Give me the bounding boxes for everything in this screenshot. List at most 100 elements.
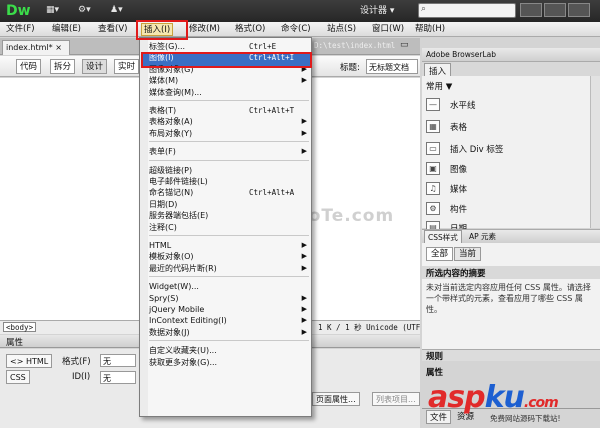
insert-item-table[interactable]: ▦ 表格 [426,118,586,136]
html-mode-button[interactable]: <> HTML [6,354,53,368]
settings-gear-icon[interactable]: ⚙▾ [78,5,91,17]
submenu-arrow-icon: ▶ [301,305,307,313]
insert-item-image[interactable]: ▣ 图像 [426,160,586,178]
menu-item[interactable]: Widget(W)... [149,281,311,292]
insert-item-media[interactable]: ♫ 媒体 [426,180,586,198]
menu-item[interactable]: 服务器端包括(E) [149,210,311,221]
menu-item[interactable]: 媒体(M) ▶ [149,75,311,86]
menu-item[interactable]: 日期(D) [149,199,311,210]
submenu-arrow-icon: ▶ [301,241,307,249]
live-view-button[interactable]: 实时 [114,59,140,74]
menu-item[interactable]: 表格对象(A) ▶ [149,116,311,127]
maximize-button[interactable] [544,3,566,17]
menu-separator [149,235,309,236]
menu-bar: 文件(F) 编辑(E) 查看(V) 插入(I) 修改(M) 格式(O) 命令(C… [0,22,600,37]
menu-item-shortcut: Ctrl+Alt+A [249,188,295,198]
attributes-heading[interactable]: 属性 [422,366,600,378]
menu-item[interactable]: 表单(F) ▶ [149,146,311,157]
menu-item-label: 命名锚记(N) [149,188,194,198]
menu-item-label: 超级链接(P) [149,165,193,175]
search-input[interactable]: ⌕ [418,3,516,18]
menu-edit[interactable]: 编辑(E) [50,23,83,36]
close-icon[interactable]: × [55,43,62,52]
tab-ap-elements[interactable]: AP 元素 [466,230,499,243]
tab-index-html[interactable]: index.html* × [2,40,70,55]
restore-window-icon[interactable]: ▭ [400,40,420,54]
title-input[interactable]: 无标题文档 [366,59,418,74]
rules-heading[interactable]: 规则 [422,349,600,362]
menu-help[interactable]: 帮助(H) [413,23,447,36]
menu-item[interactable]: 电子邮件链接(L) [149,176,311,187]
aspku-watermark-caption: 免费网站源码下载站! [490,414,561,423]
insert-item-date[interactable]: ▤ 日期 [426,219,586,229]
category-select[interactable]: 常用 ▼ [426,80,452,92]
browserlab-panel-header[interactable]: Adobe BrowserLab [422,48,600,62]
annotation-highlight-insert-menu [136,20,188,40]
media-icon: ♫ [426,182,440,195]
menu-item[interactable]: 标签(G)... Ctrl+E [149,41,311,52]
insert-panel-scrollbar[interactable] [590,76,600,228]
menu-item[interactable]: 布局对象(Y) ▶ [149,128,311,139]
menu-commands[interactable]: 命令(C) [279,23,313,36]
menu-view[interactable]: 查看(V) [96,23,129,36]
user-icon[interactable]: ♟▾ [110,5,123,17]
menu-site[interactable]: 站点(S) [325,23,358,36]
menu-file[interactable]: 文件(F) [4,23,37,36]
window-controls[interactable] [520,3,596,18]
menu-item[interactable]: HTML ▶ [149,240,311,251]
menu-modify[interactable]: 修改(M) [187,23,222,36]
menu-item[interactable]: 命名锚记(N) Ctrl+Alt+A [149,187,311,198]
menu-item[interactable]: 媒体查询(M)... [149,87,311,98]
menu-item[interactable]: 数据对象(J) ▶ [149,327,311,338]
menu-item[interactable]: Spry(S) ▶ [149,293,311,304]
menu-item-label: HTML [149,241,172,250]
table-icon: ▦ [426,120,440,133]
menu-item[interactable]: 自定义收藏夹(U)... [149,345,311,356]
format-select[interactable]: 无 [100,354,136,367]
layout-menu-icon[interactable]: ▦▾ [46,5,59,17]
menu-item[interactable]: InContext Editing(I) ▶ [149,315,311,326]
css-mode-button[interactable]: CSS [6,370,30,384]
tag-selector-body[interactable]: <body> [3,322,37,332]
page-properties-button[interactable]: 页面属性... [312,392,360,406]
menu-item[interactable]: 注释(C) [149,222,311,233]
workspace-switcher[interactable]: 设计器 ▾ [360,3,394,19]
tab-insert[interactable]: 插入 [424,63,452,77]
close-button[interactable] [568,3,590,17]
menu-item-label: 标签(G)... [149,42,186,51]
tab-css-styles[interactable]: CSS样式 [424,230,462,243]
menu-separator [149,340,309,342]
menu-format[interactable]: 格式(O) [233,23,267,36]
menu-item-label: 自定义收藏夹(U)... [149,346,217,356]
menu-window[interactable]: 窗口(W) [370,23,406,36]
design-view-button[interactable]: 设计 [82,59,108,74]
minimize-button[interactable] [520,3,542,17]
menu-item[interactable]: 表格(T) Ctrl+Alt+T [149,105,311,116]
insert-item-widget[interactable]: ⚙ 构件 [426,200,586,218]
submenu-arrow-icon: ▶ [301,128,307,137]
list-item-button[interactable]: 列表项目... [372,392,420,406]
id-select[interactable]: 无 [100,371,136,384]
menu-item-label: 注释(C) [149,222,177,232]
submenu-arrow-icon: ▶ [301,316,307,325]
menu-item-label: 表格(T) [149,106,177,115]
insert-item-hr[interactable]: — 水平线 [426,96,586,114]
insert-item-div[interactable]: ▭ 插入 Div 标签 [426,140,586,158]
menu-item-label: 布局对象(Y) [149,128,193,138]
menu-gutter [140,38,148,416]
image-icon: ▣ [426,162,440,175]
css-all-button[interactable]: 全部 [426,247,454,261]
menu-item[interactable]: 超级链接(P) [149,165,311,176]
menu-item[interactable]: jQuery Mobile ▶ [149,304,311,315]
code-view-button[interactable]: 代码 [16,59,42,74]
menu-item[interactable]: 模板对象(O) ▶ [149,251,311,262]
status-info: 1 K / 1 秒 Unicode (UTF [318,323,421,332]
submenu-arrow-icon: ▶ [301,76,307,85]
menu-item[interactable]: 最近的代码片断(R) ▶ [149,263,311,274]
split-view-button[interactable]: 拆分 [50,59,76,74]
id-label: ID(I) [72,372,91,382]
format-label: 格式(F) [62,357,91,367]
submenu-arrow-icon: ▶ [301,293,307,302]
menu-item[interactable]: 获取更多对象(G)... [149,357,311,368]
css-current-button[interactable]: 当前 [454,247,482,261]
